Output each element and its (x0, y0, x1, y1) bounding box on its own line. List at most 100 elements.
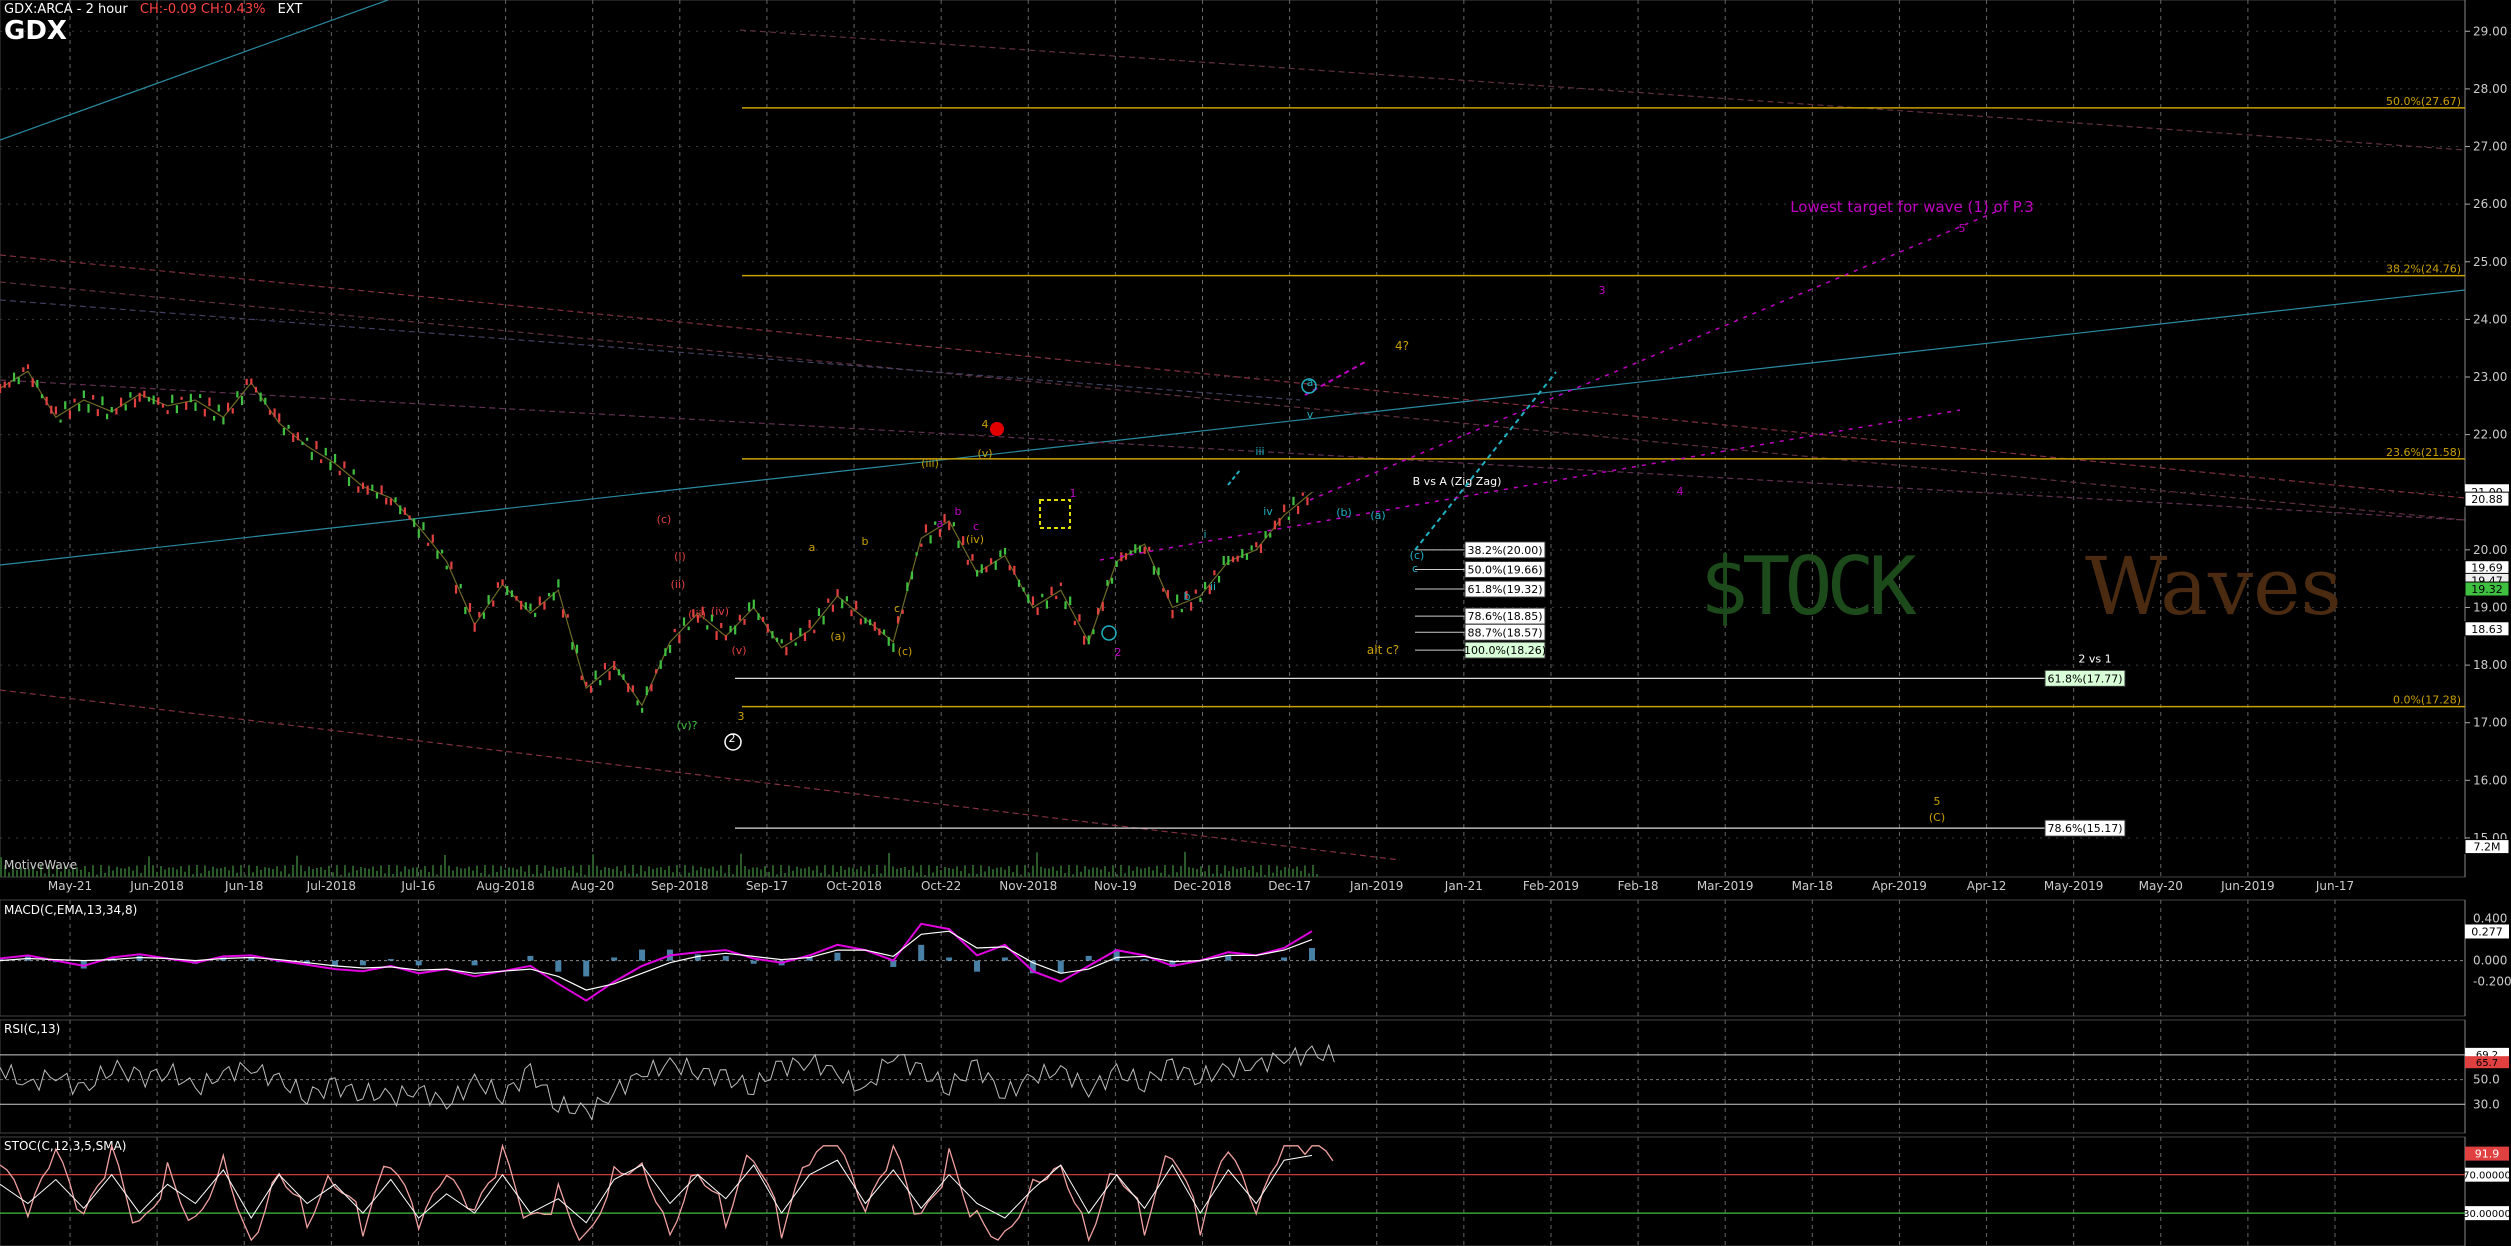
volume-bar (488, 874, 490, 877)
price-axis-tag-label: 19.69 (2471, 562, 2503, 575)
candle (1250, 545, 1253, 551)
volume-bar (1112, 865, 1114, 877)
x-tick-label: Dec-17 (1268, 879, 1311, 893)
pane-frame-1 (0, 899, 2466, 1017)
volume-bar (924, 874, 926, 877)
volume-bar (260, 869, 262, 877)
candle (873, 621, 876, 631)
candle (492, 600, 495, 607)
candle (282, 427, 286, 436)
volume-bar (196, 865, 198, 877)
volume-bar (424, 865, 426, 877)
macd-histogram-bar (387, 959, 394, 961)
volume-bar (1276, 865, 1278, 877)
candle (1273, 520, 1276, 530)
candle (389, 498, 393, 506)
volume-bar (216, 868, 218, 877)
candle (1269, 533, 1272, 538)
volume-bar (336, 865, 338, 877)
candle (1231, 556, 1235, 563)
volume-bar (8, 872, 10, 877)
volume-bar (412, 867, 414, 877)
volume-bar (200, 873, 202, 877)
volume-bar (1236, 868, 1238, 877)
macd-histogram-bar (946, 957, 953, 961)
volume-bar (768, 871, 770, 877)
candle (180, 396, 183, 400)
volume-bar (916, 872, 918, 877)
volume-bar (352, 865, 354, 877)
price-axis-tag-label: 7.2M (2474, 841, 2501, 854)
volume-bar (284, 865, 286, 877)
candle (589, 685, 593, 693)
x-tick-label: Aug-20 (571, 879, 614, 893)
macd-tick-label: 0.400 (2473, 912, 2507, 926)
candle (171, 394, 174, 404)
candle (878, 628, 881, 636)
candle (971, 554, 974, 561)
volume-bar (1228, 871, 1230, 877)
volume-bar (52, 873, 54, 877)
candle (166, 410, 169, 415)
candle (566, 614, 569, 618)
candle (664, 648, 667, 657)
volume-bar (408, 869, 410, 877)
volume-bar (264, 867, 266, 877)
volume-bar (320, 867, 322, 877)
price-axis-tag-label: 19.32 (2471, 583, 2503, 596)
volume-bar (296, 855, 298, 877)
candle (96, 409, 99, 417)
candle (310, 451, 313, 460)
volume-bar (756, 867, 758, 877)
candle (427, 542, 430, 546)
volume-bar (140, 873, 142, 877)
volume-bar (664, 869, 666, 877)
candle (110, 406, 113, 413)
candle (12, 372, 16, 382)
volume-bar (1312, 865, 1314, 877)
volume-bar (896, 868, 898, 877)
volume-bar (844, 869, 846, 877)
candle (920, 543, 923, 547)
volume-bar (1280, 870, 1282, 877)
volume-bar (1048, 868, 1050, 877)
volume-bar (428, 871, 430, 877)
volume-bar (516, 869, 518, 877)
candle (682, 617, 686, 626)
candle (1083, 635, 1086, 645)
candle (803, 632, 807, 641)
volume-bar (100, 865, 102, 877)
rsi-current-label: 65.7 (2476, 1058, 2498, 1069)
wave-label: 1 (1070, 487, 1077, 500)
candle (515, 595, 518, 601)
candle (1157, 567, 1160, 576)
candle (343, 461, 346, 469)
volume-bar (512, 867, 514, 877)
candle (73, 398, 76, 403)
macd-tick-label: 0.000 (2473, 954, 2507, 968)
volume-bar (444, 854, 446, 877)
candle (324, 447, 327, 456)
candle (264, 397, 267, 405)
volume-bar (980, 865, 982, 877)
volume-bar (440, 865, 442, 877)
candle (422, 522, 425, 531)
volume-bar (948, 867, 950, 877)
volume-bar (1304, 865, 1306, 877)
candle (580, 675, 583, 681)
candle (394, 497, 397, 503)
volume-bar (228, 870, 230, 877)
volume-bar (736, 865, 738, 877)
candle (822, 615, 825, 625)
volume-bar (500, 865, 502, 877)
candle (292, 433, 295, 442)
stoc-title: STOC(C,12,3,5,SMA) (4, 1139, 127, 1153)
volume-bar (508, 867, 510, 877)
volume-bar (1240, 867, 1242, 877)
volume-bar (1316, 874, 1318, 877)
candle (1073, 620, 1076, 626)
volume-bar (276, 866, 278, 877)
candle (138, 392, 141, 402)
candle (962, 536, 965, 546)
candle (417, 529, 420, 538)
